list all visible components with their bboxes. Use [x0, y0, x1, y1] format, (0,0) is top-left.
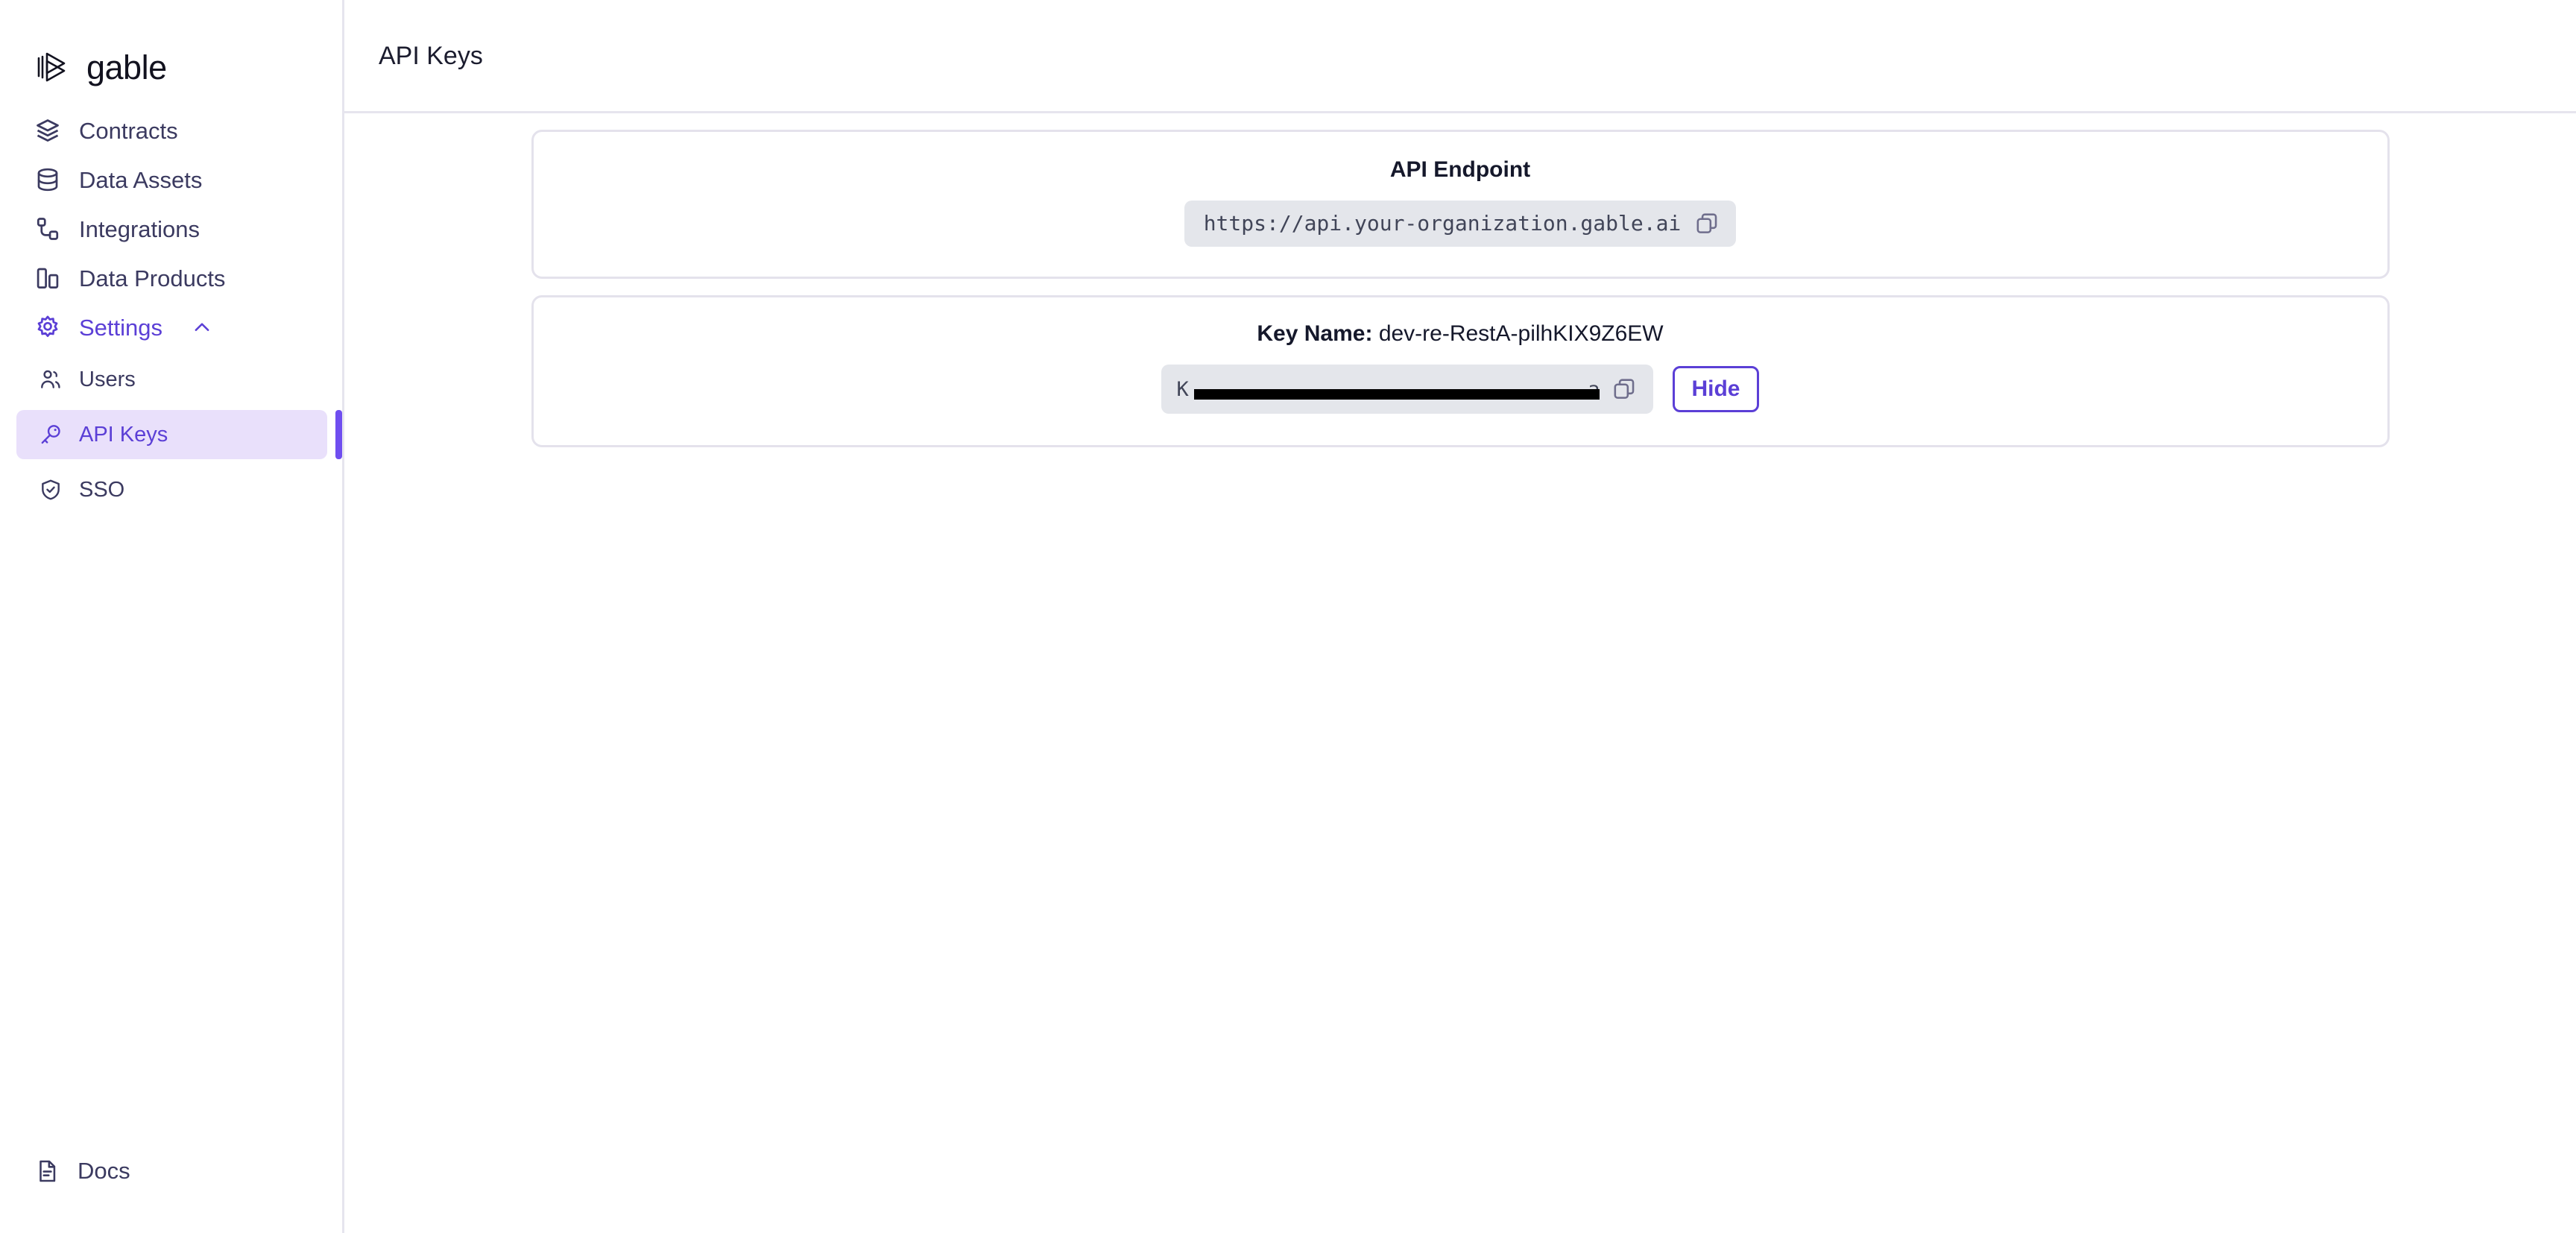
- key-icon: [41, 425, 60, 444]
- api-key-value: Ka: [1176, 379, 1600, 400]
- sidebar-item-label: Settings: [79, 314, 163, 341]
- api-endpoint-chip: https://api.your-organization.gable.ai: [1184, 201, 1737, 247]
- shield-check-icon: [42, 479, 60, 500]
- sidebar: gable Contracts Data Assets Integrations…: [0, 0, 344, 1233]
- sidebar-item-label: Docs: [78, 1158, 130, 1184]
- api-key-row: Ka Hide: [1161, 365, 1759, 414]
- api-key-name-heading: Key Name: dev-re-RestA-pilhKIX9Z6EW: [1257, 323, 1663, 345]
- top-bar: API Keys: [344, 0, 2576, 113]
- bar-chart-icon: [37, 268, 59, 288]
- nodes-icon: [37, 218, 59, 240]
- sidebar-item-data-products[interactable]: Data Products: [0, 253, 342, 303]
- api-key-field[interactable]: Ka: [1161, 365, 1654, 414]
- sidebar-item-label: Data Assets: [79, 166, 203, 193]
- sidebar-item-sso[interactable]: SSO: [16, 465, 327, 514]
- api-endpoint-card: API Endpoint https://api.your-organizati…: [531, 130, 2390, 279]
- document-icon: [40, 1160, 56, 1182]
- sidebar-item-label: Data Products: [79, 265, 226, 291]
- api-key-card: Key Name: dev-re-RestA-pilhKIX9Z6EW Ka: [531, 295, 2390, 447]
- app-root: gable Contracts Data Assets Integrations…: [0, 0, 2576, 1233]
- sidebar-item-contracts[interactable]: Contracts: [0, 106, 342, 155]
- brand[interactable]: gable: [0, 0, 342, 98]
- key-name-value: dev-re-RestA-pilhKIX9Z6EW: [1378, 321, 1664, 346]
- sidebar-item-users[interactable]: Users: [16, 355, 327, 404]
- sidebar-item-label: Contracts: [79, 117, 178, 144]
- sidebar-item-label: SSO: [79, 477, 125, 502]
- sidebar-item-data-assets[interactable]: Data Assets: [0, 155, 342, 204]
- sidebar-item-api-keys[interactable]: API Keys: [16, 410, 342, 459]
- copy-icon[interactable]: [1611, 376, 1637, 402]
- sidebar-item-label: API Keys: [79, 422, 168, 447]
- hide-key-button[interactable]: Hide: [1673, 366, 1759, 412]
- sidebar-nav: Contracts Data Assets Integrations Data …: [0, 106, 342, 517]
- database-icon: [37, 168, 58, 192]
- sidebar-item-docs[interactable]: Docs: [0, 1147, 342, 1196]
- api-endpoint-url: https://api.your-organization.gable.ai: [1203, 211, 1682, 236]
- main-area: API Keys API Endpoint https://api.your-o…: [344, 0, 2576, 1233]
- copy-icon[interactable]: [1694, 211, 1720, 236]
- gable-logo-icon: [37, 52, 66, 82]
- gear-icon: [37, 315, 58, 338]
- sidebar-item-label: Integrations: [79, 215, 200, 242]
- page-title: API Keys: [379, 41, 483, 70]
- sidebar-item-label: Users: [79, 367, 136, 391]
- sidebar-item-integrations[interactable]: Integrations: [0, 204, 342, 253]
- brand-name: gable: [86, 48, 167, 86]
- sidebar-flex-gap: [0, 517, 342, 1147]
- api-key-redaction-bar: [1194, 388, 1600, 400]
- api-endpoint-heading: API Endpoint: [1389, 157, 1531, 182]
- key-name-label: Key Name:: [1257, 321, 1373, 346]
- layers-icon: [37, 119, 59, 142]
- chevron-up-icon[interactable]: [191, 316, 213, 338]
- api-key-prefix: K: [1176, 379, 1189, 400]
- sidebar-item-settings[interactable]: Settings: [0, 303, 342, 352]
- users-icon: [41, 370, 60, 388]
- content-area: API Endpoint https://api.your-organizati…: [344, 113, 2576, 447]
